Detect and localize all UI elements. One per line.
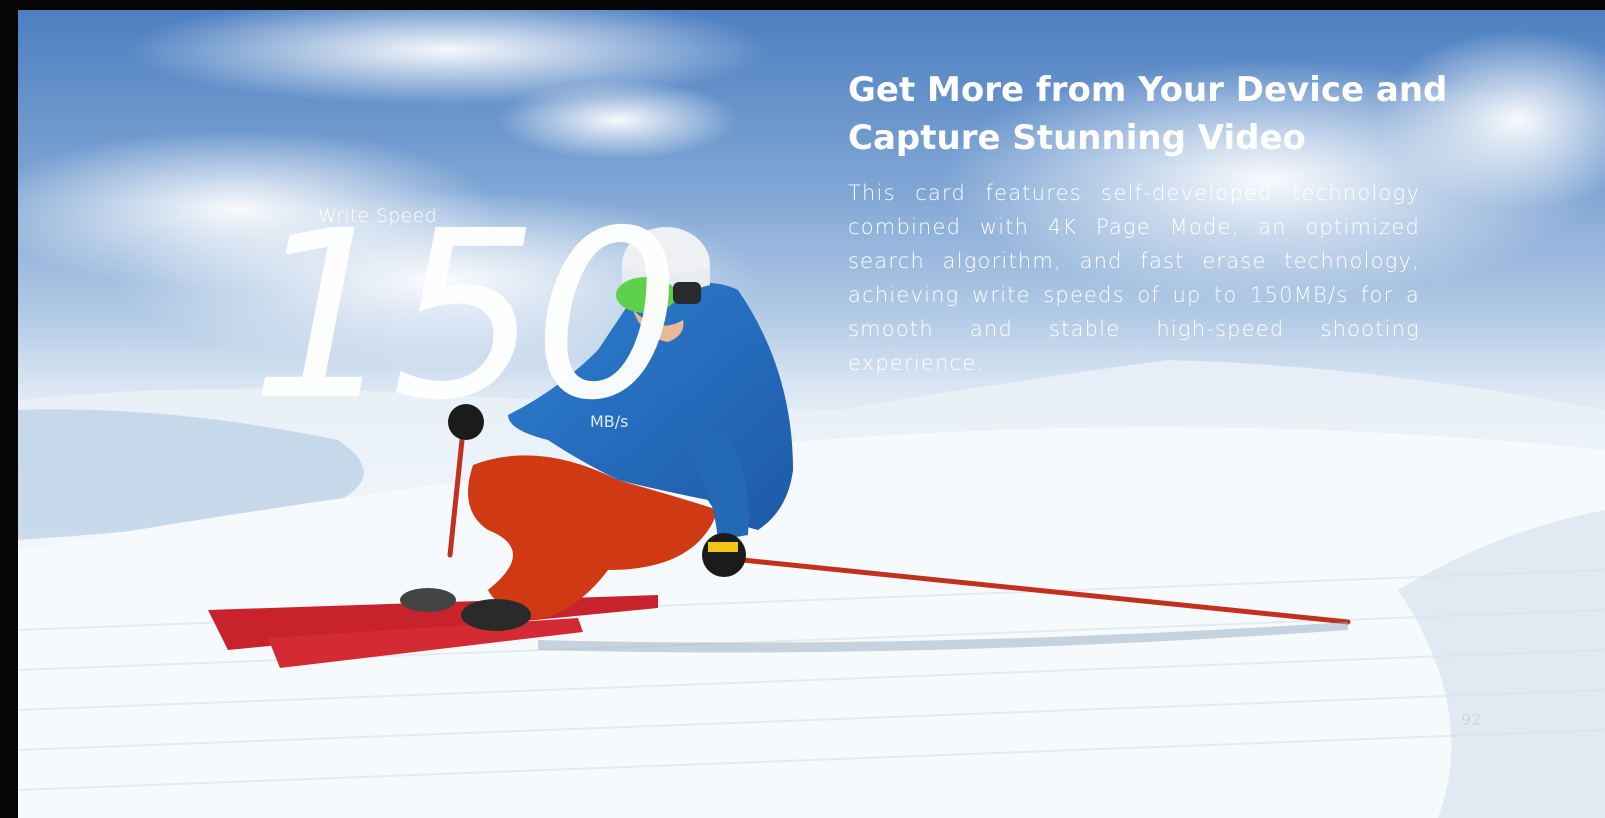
speed-value: 150 — [250, 181, 681, 451]
brochure-page: Write Speed 150 MB/s Get More from Your … — [18, 10, 1605, 818]
body-paragraph: This card features self-developed techno… — [848, 181, 1420, 375]
page-heading: Get More from Your Device and Capture St… — [848, 70, 1448, 158]
speed-unit: MB/s — [590, 412, 629, 431]
page-number: 92 — [1461, 710, 1482, 729]
